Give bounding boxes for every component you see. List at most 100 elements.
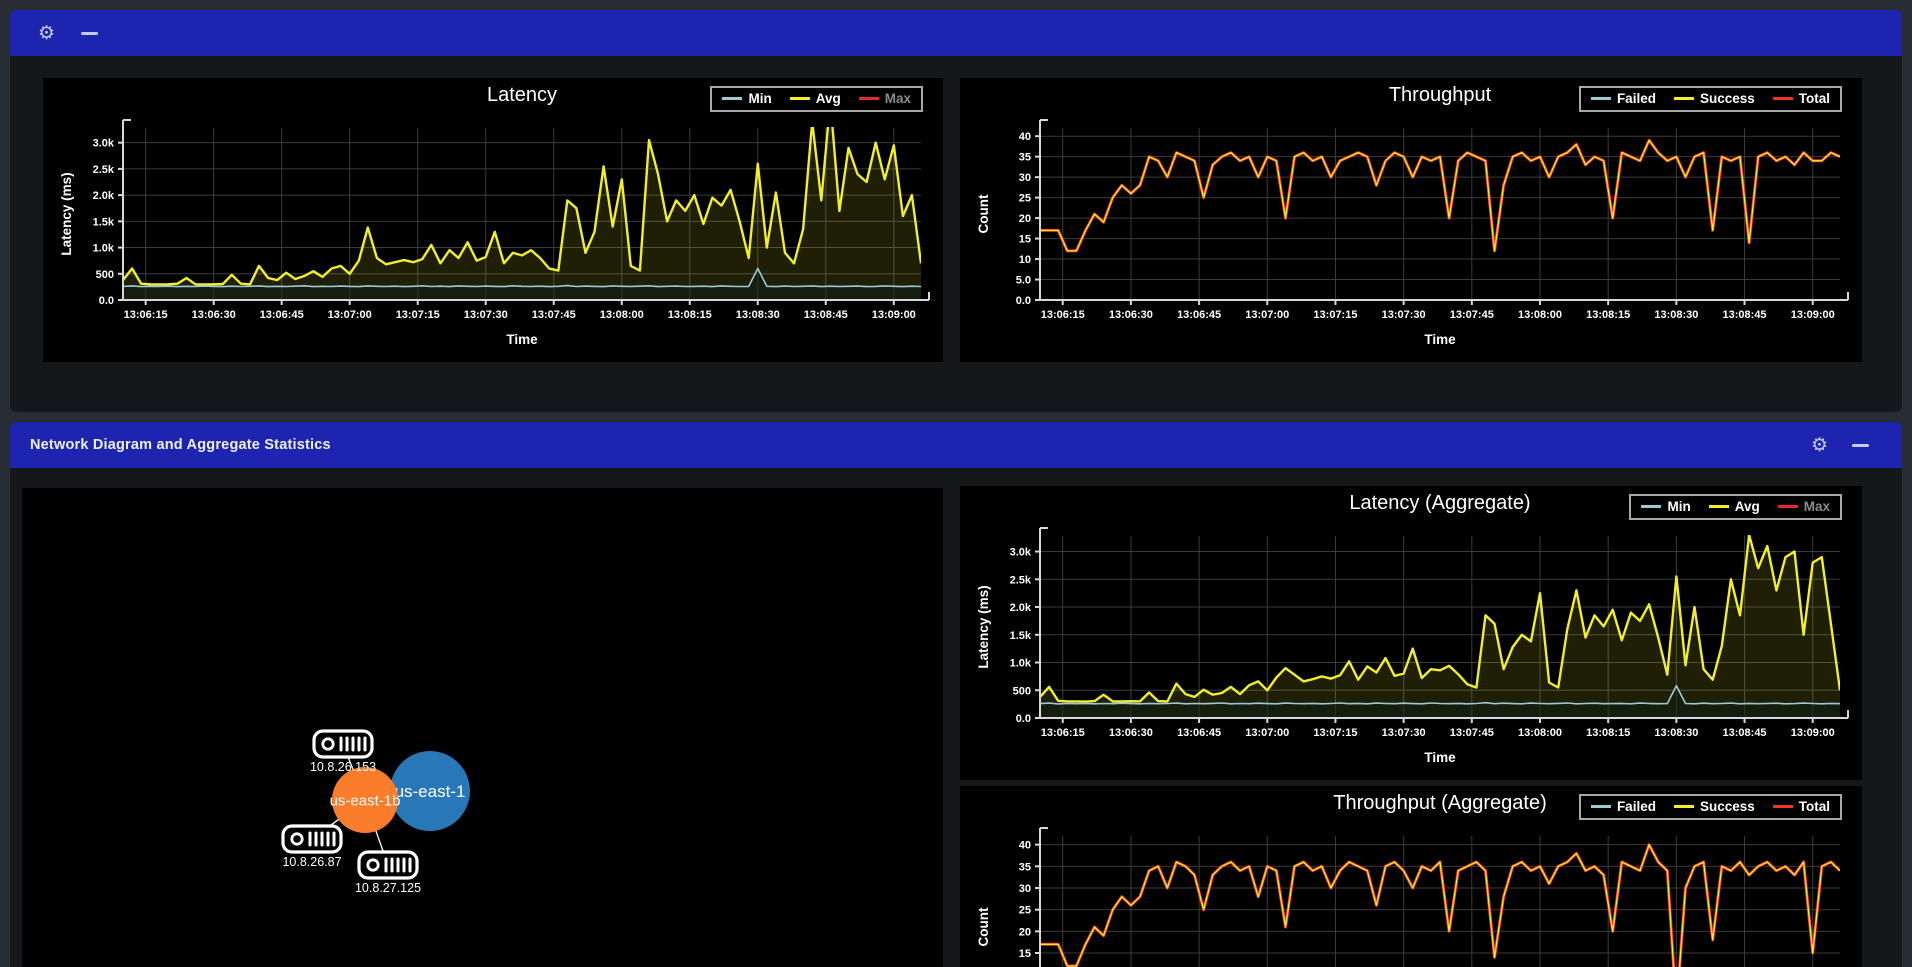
legend-swatch (790, 97, 810, 100)
legend-swatch (1674, 97, 1694, 100)
svg-text:13:08:15: 13:08:15 (1586, 309, 1630, 321)
legend-item-success[interactable]: Success (1674, 91, 1755, 106)
panel-aggregate-header: Network Diagram and Aggregate Statistics… (10, 422, 1902, 468)
zone-node-us-east-1b[interactable]: us-east-1b (330, 767, 401, 833)
network-diagram: us-east-1us-east-1b10.8.26.153 10.8.26.87… (22, 488, 943, 967)
svg-text:0.0: 0.0 (1016, 295, 1031, 307)
svg-text:3.0k: 3.0k (93, 138, 115, 150)
svg-text:13:08:45: 13:08:45 (1723, 309, 1767, 321)
legend-swatch (859, 97, 879, 100)
throughput-plot: 0.05.01015202530354013:06:1513:06:3013:0… (960, 78, 1862, 362)
svg-text:13:07:45: 13:07:45 (1450, 727, 1494, 739)
zone-node-us-east-1[interactable]: us-east-1 (390, 751, 470, 831)
x-axis-label: Time (1424, 750, 1456, 765)
svg-text:15: 15 (1019, 234, 1031, 246)
svg-text:13:09:00: 13:09:00 (1791, 309, 1835, 321)
legend-swatch (1778, 505, 1798, 508)
dashboard-page: ⚙ Latency MinAvgMax 0.05001.0k1.5k2.0k2.… (0, 0, 1912, 967)
latency-plot: 0.05001.0k1.5k2.0k2.5k3.0k13:06:1513:06:… (43, 78, 943, 362)
chart-legend: Failed Success Total (1579, 86, 1842, 112)
zone-label: us-east-1 (395, 782, 466, 801)
gear-icon[interactable]: ⚙ (1811, 436, 1828, 455)
chart-legend: Min Avg Max (1629, 494, 1842, 520)
legend-swatch (1674, 805, 1694, 808)
minimize-icon[interactable] (81, 32, 98, 35)
host-ip-label: 10.8.26.153 (310, 760, 376, 774)
legend-item-total[interactable]: Total (1773, 799, 1830, 814)
svg-text:13:06:30: 13:06:30 (1109, 727, 1153, 739)
legend-item-min[interactable]: Min (722, 91, 771, 106)
svg-text:2.5k: 2.5k (93, 164, 115, 176)
svg-text:13:06:15: 13:06:15 (124, 309, 168, 321)
latency-chart: Latency MinAvgMax 0.05001.0k1.5k2.0k2.5k… (43, 78, 943, 362)
svg-text:13:08:30: 13:08:30 (1654, 727, 1698, 739)
legend-item-success[interactable]: Success (1674, 799, 1755, 814)
svg-text:1.5k: 1.5k (1010, 630, 1032, 642)
legend-swatch (1641, 505, 1661, 508)
svg-text:13:07:15: 13:07:15 (396, 309, 440, 321)
gear-icon[interactable]: ⚙ (38, 24, 55, 43)
svg-text:13:08:00: 13:08:00 (1518, 309, 1562, 321)
svg-text:15: 15 (1019, 948, 1031, 960)
svg-text:40: 40 (1019, 840, 1031, 852)
svg-text:13:07:00: 13:07:00 (1245, 727, 1289, 739)
svg-text:13:07:30: 13:07:30 (464, 309, 508, 321)
legend-label: Success (1700, 799, 1755, 814)
legend-label: Max (1804, 499, 1830, 514)
host-node-10.8.26.87[interactable]: 10.8.26.87 (282, 826, 341, 869)
svg-text:13:07:00: 13:07:00 (328, 309, 372, 321)
svg-text:20: 20 (1019, 213, 1031, 225)
latency-aggregate-chart: Latency (Aggregate) MinAvgMax 0.05001.0k… (960, 486, 1862, 780)
svg-text:20: 20 (1019, 926, 1031, 938)
legend-item-total[interactable]: Total (1773, 91, 1830, 106)
legend-label: Min (1667, 499, 1690, 514)
panel-title: Network Diagram and Aggregate Statistics (30, 437, 331, 453)
legend-label: Success (1700, 91, 1755, 106)
legend-label: Failed (1617, 799, 1656, 814)
svg-text:13:07:00: 13:07:00 (1245, 309, 1289, 321)
svg-text:500: 500 (96, 269, 114, 281)
svg-text:2.5k: 2.5k (1010, 574, 1032, 586)
legend-item-avg[interactable]: Avg (790, 91, 841, 106)
svg-text:13:06:30: 13:06:30 (192, 309, 236, 321)
legend-label: Failed (1617, 91, 1656, 106)
legend-item-failed[interactable]: Failed (1591, 91, 1656, 106)
y-axis-label: Count (976, 907, 991, 946)
svg-text:13:06:45: 13:06:45 (1177, 309, 1221, 321)
svg-text:13:07:45: 13:07:45 (532, 309, 576, 321)
svg-text:30: 30 (1019, 883, 1031, 895)
legend-label: Avg (1735, 499, 1760, 514)
host-node-10.8.27.125[interactable]: 10.8.27.125 (355, 852, 421, 895)
legend-label: Max (885, 91, 911, 106)
svg-text:13:09:00: 13:09:00 (1791, 727, 1835, 739)
svg-text:13:08:00: 13:08:00 (600, 309, 644, 321)
svg-text:13:08:15: 13:08:15 (1586, 727, 1630, 739)
legend-swatch (1591, 805, 1611, 808)
x-axis-label: Time (506, 332, 538, 347)
svg-text:35: 35 (1019, 861, 1031, 873)
svg-text:13:09:00: 13:09:00 (872, 309, 916, 321)
legend-item-max[interactable]: Max (1778, 499, 1830, 514)
svg-text:13:06:30: 13:06:30 (1109, 309, 1153, 321)
svg-text:2.0k: 2.0k (1010, 602, 1032, 614)
minimize-icon[interactable] (1852, 444, 1869, 447)
svg-text:13:08:15: 13:08:15 (668, 309, 712, 321)
svg-text:13:07:30: 13:07:30 (1382, 727, 1426, 739)
svg-text:40: 40 (1019, 131, 1031, 143)
host-node-10.8.26.153[interactable]: 10.8.26.153 (310, 731, 376, 774)
legend-item-failed[interactable]: Failed (1591, 799, 1656, 814)
y-axis-label: Count (976, 194, 991, 233)
host-ip-label: 10.8.26.87 (282, 855, 341, 869)
legend-label: Avg (816, 91, 841, 106)
legend-item-avg[interactable]: Avg (1709, 499, 1760, 514)
svg-text:25: 25 (1019, 193, 1031, 205)
latency_aggregate-plot: 0.05001.0k1.5k2.0k2.5k3.0k13:06:1513:06:… (960, 486, 1862, 780)
svg-text:5.0: 5.0 (1016, 275, 1031, 287)
svg-text:13:06:15: 13:06:15 (1041, 727, 1085, 739)
legend-item-min[interactable]: Min (1641, 499, 1690, 514)
svg-text:30: 30 (1019, 172, 1031, 184)
svg-text:1.5k: 1.5k (93, 216, 115, 228)
legend-item-max[interactable]: Max (859, 91, 911, 106)
chart-legend: Min Avg Max (710, 86, 923, 112)
svg-text:13:08:00: 13:08:00 (1518, 727, 1562, 739)
